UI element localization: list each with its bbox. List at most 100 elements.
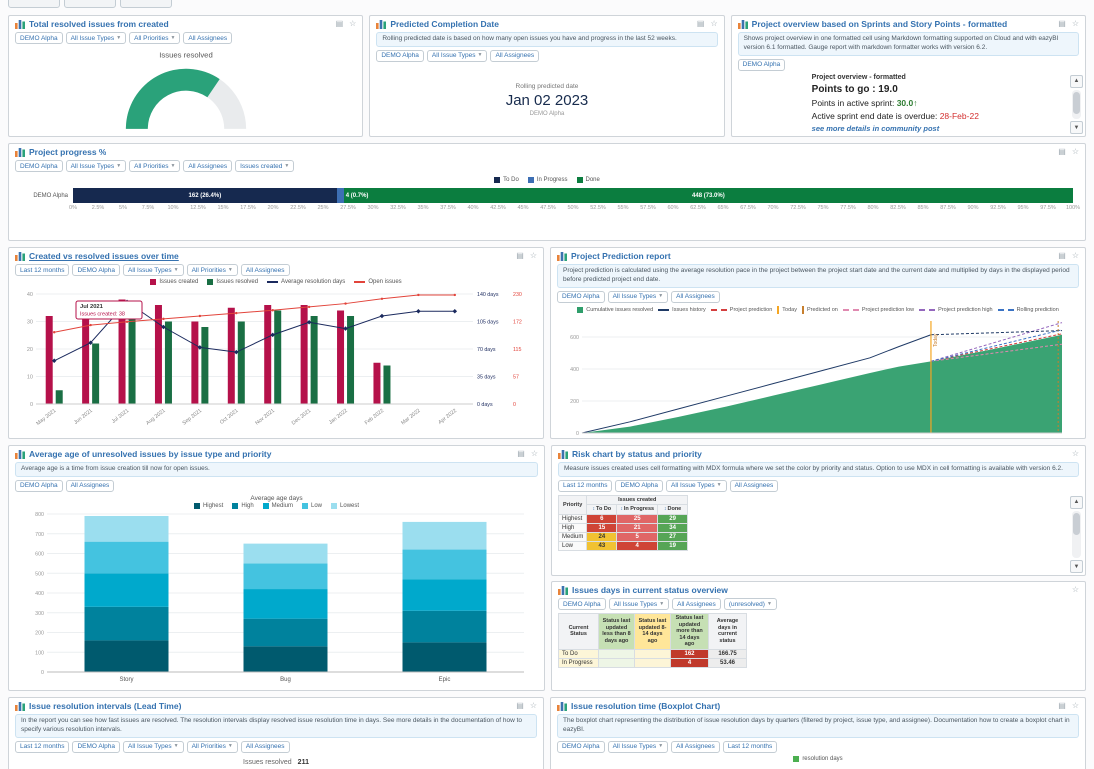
filter-button[interactable]: DEMO Alpha [557, 290, 605, 303]
favorite-star-icon[interactable]: ☆ [1072, 702, 1079, 710]
scroll-track[interactable] [1072, 510, 1081, 558]
chart-toggle-icon[interactable]: ▤ [517, 450, 525, 458]
filter-button[interactable]: All Assignees [671, 740, 720, 753]
sort-icon[interactable]: ↕ [620, 506, 623, 512]
panel-title[interactable]: Predicted Completion Date [390, 19, 499, 29]
legend-item[interactable]: Highest [193, 502, 223, 509]
legend-item[interactable]: Medium [262, 502, 293, 509]
legend-item[interactable]: In Progress [527, 177, 568, 183]
chart-toggle-icon[interactable]: ▤ [1058, 20, 1066, 28]
filter-button[interactable]: DEMO Alpha [15, 160, 63, 172]
panel-title[interactable]: Project Prediction report [571, 251, 671, 261]
page-tab[interactable] [64, 0, 116, 8]
legend-item[interactable]: Issues resolved [207, 279, 258, 285]
legend-item[interactable]: Done [576, 177, 600, 183]
chart-toggle-icon[interactable]: ▤ [1058, 148, 1066, 156]
legend-item[interactable]: Lowest [331, 502, 359, 509]
favorite-star-icon[interactable]: ☆ [530, 252, 537, 260]
filter-button[interactable]: DEMO Alpha [15, 479, 63, 492]
filter-button[interactable]: All Assignees [183, 32, 233, 44]
filter-button[interactable]: DEMO Alpha [615, 479, 664, 492]
filter-button[interactable]: DEMO Alpha [737, 58, 786, 71]
column-header[interactable]: Status last updated less than 8 days ago [598, 613, 635, 650]
filter-button[interactable]: DEMO Alpha [15, 32, 63, 44]
chart-toggle-icon[interactable]: ▤ [1058, 702, 1066, 710]
filter-button[interactable]: All Issue Types ▼ [666, 479, 727, 492]
legend-item[interactable]: resolution days [793, 755, 843, 762]
favorite-star-icon[interactable]: ☆ [1072, 586, 1079, 594]
panel-title[interactable]: Risk chart by status and priority [572, 449, 702, 459]
column-header[interactable]: ↕Done [657, 504, 689, 515]
favorite-star-icon[interactable]: ☆ [1072, 252, 1079, 260]
scroll-thumb[interactable] [1072, 91, 1080, 114]
filter-button[interactable]: All Assignees [183, 160, 233, 172]
chart-toggle-icon[interactable]: ▤ [1058, 252, 1066, 260]
filter-button[interactable]: Issues created ▼ [235, 160, 295, 172]
community-post-link[interactable]: see more details in community post [812, 124, 1064, 133]
filter-button[interactable]: Last 12 months [722, 740, 778, 753]
filter-button[interactable]: All Assignees [729, 479, 779, 492]
filter-button[interactable]: All Assignees [671, 290, 720, 303]
favorite-star-icon[interactable]: ☆ [349, 20, 356, 28]
column-header[interactable]: Status last updated 8-14 days ago [634, 613, 671, 650]
legend-item[interactable]: Project prediction [710, 307, 772, 313]
favorite-star-icon[interactable]: ☆ [530, 702, 537, 710]
scroll-up-icon[interactable]: ▲ [1069, 74, 1083, 88]
filter-button[interactable]: All Priorities ▼ [186, 264, 238, 276]
filter-button[interactable]: Last 12 months [15, 264, 70, 276]
filter-button[interactable]: All Assignees [490, 49, 540, 62]
progress-segment[interactable]: 4 (0.7%) [336, 188, 368, 203]
filter-button[interactable]: DEMO Alpha [557, 740, 605, 753]
scroll-track[interactable] [1071, 89, 1081, 119]
legend-item[interactable]: High [232, 502, 254, 509]
favorite-star-icon[interactable]: ☆ [710, 20, 717, 28]
legend-item[interactable]: Low [302, 502, 322, 509]
filter-button[interactable]: All Issue Types ▼ [608, 598, 670, 610]
panel-title[interactable]: Issues days in current status overview [572, 585, 728, 595]
filter-button[interactable]: All Assignees [240, 740, 290, 753]
legend-item[interactable]: Open issues [354, 279, 402, 285]
panel-title[interactable]: Issue resolution time (Boxplot Chart) [571, 701, 720, 711]
filter-button[interactable]: All Issue Types ▼ [65, 32, 127, 44]
legend-item[interactable]: Cumulative issues resolved [577, 306, 653, 313]
column-header[interactable]: Average days in current status [708, 613, 747, 650]
panel-title[interactable]: Created vs resolved issues over time [29, 251, 179, 261]
panel-title[interactable]: Total resolved issues from created [29, 19, 169, 29]
column-header[interactable]: ↕In Progress [616, 504, 659, 515]
column-header[interactable]: Current Status [558, 613, 599, 650]
scroll-down-icon[interactable]: ▼ [1069, 121, 1083, 134]
progress-segment[interactable]: 162 (26.4%) [73, 188, 337, 203]
favorite-star-icon[interactable]: ☆ [531, 450, 538, 458]
favorite-star-icon[interactable]: ☆ [1072, 20, 1079, 28]
scroll-down-icon[interactable]: ▼ [1070, 560, 1083, 573]
filter-button[interactable]: All Issue Types ▼ [607, 740, 669, 753]
legend-item[interactable]: Rolling prediction [997, 307, 1059, 313]
filter-button[interactable]: All Issue Types ▼ [65, 160, 127, 172]
filter-button[interactable]: All Issue Types ▼ [426, 49, 488, 62]
filter-button[interactable]: All Priorities ▼ [186, 740, 238, 753]
legend-item[interactable]: Average resolution days [267, 279, 345, 285]
column-header[interactable]: Status last updated more than 14 days ag… [670, 613, 709, 650]
filter-button[interactable]: DEMO Alpha [72, 264, 121, 276]
filter-button[interactable]: All Issue Types ▼ [607, 290, 669, 303]
legend-item[interactable]: To Do [494, 177, 519, 183]
chart-toggle-icon[interactable]: ▤ [516, 252, 524, 260]
filter-button[interactable]: Last 12 months [558, 479, 613, 492]
filter-button[interactable]: (unresolved) ▼ [723, 598, 777, 610]
scroll-thumb[interactable] [1073, 512, 1080, 535]
panel-title[interactable]: Project overview based on Sprints and St… [752, 19, 1008, 29]
column-header[interactable]: ↕To Do [586, 504, 618, 515]
page-tab[interactable] [120, 0, 172, 8]
favorite-star-icon[interactable]: ☆ [1072, 148, 1079, 156]
filter-button[interactable]: DEMO Alpha [376, 49, 424, 62]
scroll-up-icon[interactable]: ▲ [1070, 495, 1083, 509]
filter-button[interactable]: All Assignees [240, 264, 290, 276]
favorite-star-icon[interactable]: ☆ [1072, 450, 1079, 458]
chart-toggle-icon[interactable]: ▤ [697, 20, 705, 28]
filter-button[interactable]: All Assignees [65, 479, 115, 492]
filter-button[interactable]: All Priorities ▼ [129, 160, 181, 172]
filter-button[interactable]: Last 12 months [15, 740, 70, 753]
legend-item[interactable]: Project prediction low [842, 307, 914, 313]
panel-title[interactable]: Average age of unresolved issues by issu… [29, 449, 272, 459]
filter-button[interactable]: All Issue Types ▼ [123, 264, 184, 276]
